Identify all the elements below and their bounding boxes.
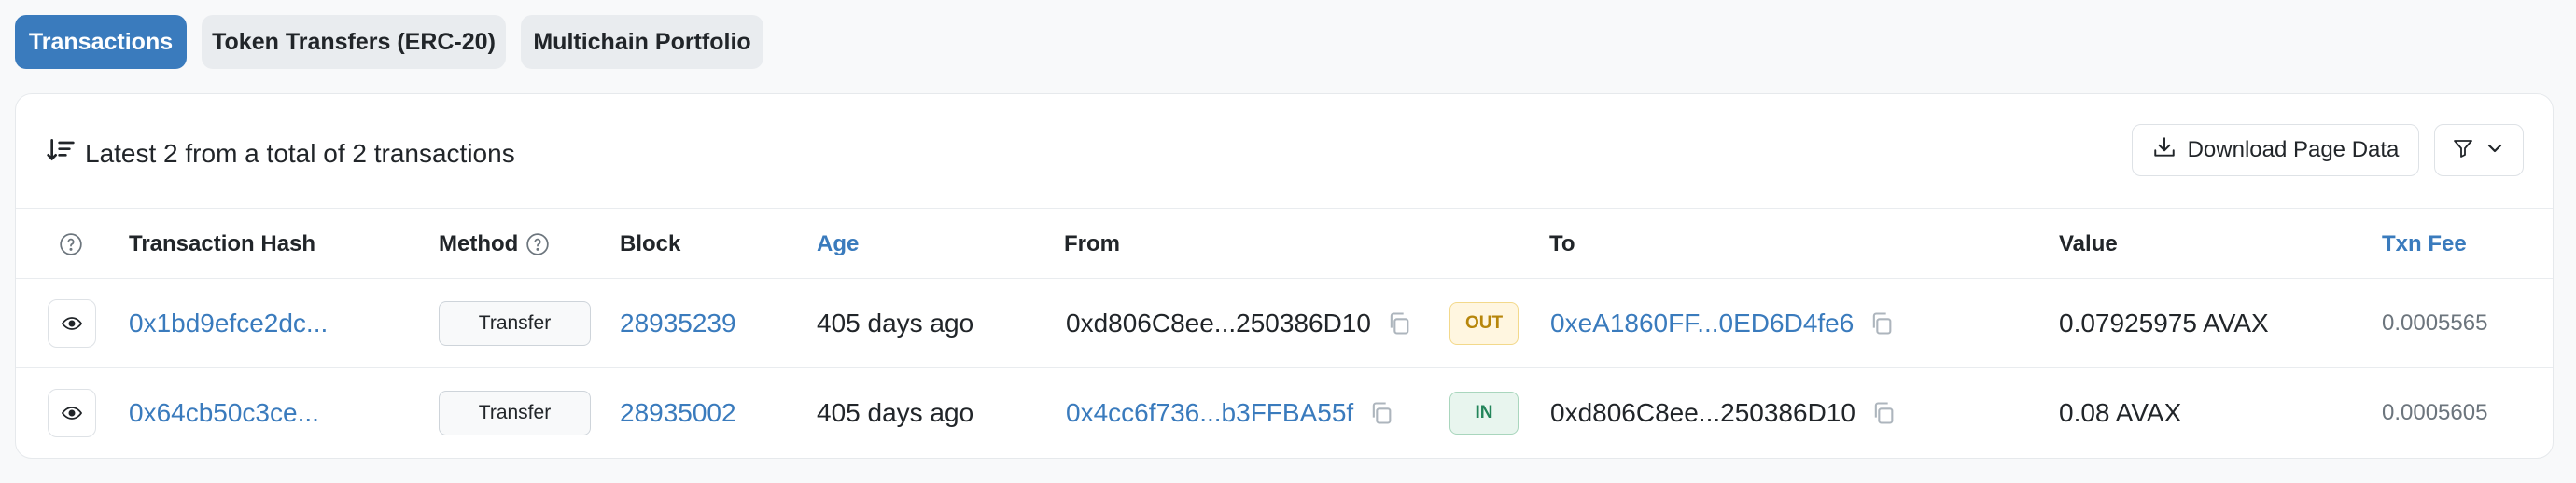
txn-hash-link[interactable]: 0x1bd9efce2dc... [129,279,328,368]
copy-icon[interactable] [1870,400,1897,426]
block-link[interactable]: 28935002 [620,368,736,458]
direction-badge-in: IN [1449,392,1519,435]
txn-fee-text: 0.0005605 [2382,400,2488,425]
method-badge: Transfer [439,391,591,435]
column-header-txn-fee[interactable]: Txn Fee [2382,209,2467,280]
eye-icon [61,407,83,420]
tab-transactions[interactable]: Transactions [15,15,187,69]
txn-hash-link[interactable]: 0x64cb50c3ce... [129,368,319,458]
view-details-button[interactable] [48,389,96,437]
method-badge: Transfer [439,301,591,346]
to-address-link[interactable]: 0xeA1860FF...0ED6D4fe6 [1550,309,1854,338]
view-details-button[interactable] [48,299,96,348]
column-header-age[interactable]: Age [817,209,859,280]
from-address: 0xd806C8ee...250386D10 [1066,279,1412,368]
transactions-summary: Latest 2 from a total of 2 transactions [46,135,515,172]
copy-icon[interactable] [1386,310,1412,337]
method-header-label: Method [439,231,519,256]
download-label: Download Page Data [2187,137,2400,162]
summary-text: Latest 2 from a total of 2 transactions [85,138,515,168]
column-header-hash: Transaction Hash [129,231,316,256]
tab-token-transfers[interactable]: Token Transfers (ERC-20) [202,15,506,69]
tab-multichain-portfolio[interactable]: Multichain Portfolio [521,15,763,69]
age-text: 405 days ago [817,309,974,338]
from-address-text: 0xd806C8ee...250386D10 [1066,309,1371,338]
column-header-to: To [1549,231,1575,256]
question-circle-icon[interactable] [59,209,83,280]
download-page-data-button[interactable]: Download Page Data [2132,124,2419,176]
card-header: Latest 2 from a total of 2 transactions … [16,94,2553,208]
download-icon [2152,135,2177,166]
transactions-card: Latest 2 from a total of 2 transactions … [15,93,2554,459]
table-header: Transaction Hash Method Block Age From T… [16,208,2553,279]
column-header-from: From [1064,231,1120,256]
from-address: 0x4cc6f736...b3FFBA55f [1066,368,1394,458]
column-header-block: Block [620,231,681,256]
filter-dropdown-button[interactable] [2434,124,2524,176]
from-address-link[interactable]: 0x4cc6f736...b3FFBA55f [1066,398,1353,428]
age-text: 405 days ago [817,398,974,427]
table-row: 0x64cb50c3ce... Transfer 28935002 405 da… [16,368,2553,458]
filter-icon [2452,137,2474,164]
copy-icon[interactable] [1869,310,1895,337]
chevron-down-icon [2484,137,2506,164]
to-address: 0xeA1860FF...0ED6D4fe6 [1550,279,1895,368]
eye-icon [61,317,83,330]
question-circle-icon[interactable] [525,232,550,256]
sort-desc-icon [46,135,76,172]
table-row: 0x1bd9efce2dc... Transfer 28935239 405 d… [16,279,2553,368]
copy-icon[interactable] [1368,400,1394,426]
to-address-text: 0xd806C8ee...250386D10 [1550,398,1855,427]
value-text: 0.08 AVAX [2059,398,2182,427]
tab-bar: Transactions Token Transfers (ERC-20) Mu… [15,15,763,69]
block-link[interactable]: 28935239 [620,279,736,368]
direction-badge-out: OUT [1449,302,1519,345]
to-address: 0xd806C8ee...250386D10 [1550,368,1897,458]
value-text: 0.07925975 AVAX [2059,309,2269,338]
column-header-value: Value [2059,231,2118,256]
txn-fee-text: 0.0005565 [2382,310,2488,336]
column-header-method: Method [439,209,550,280]
